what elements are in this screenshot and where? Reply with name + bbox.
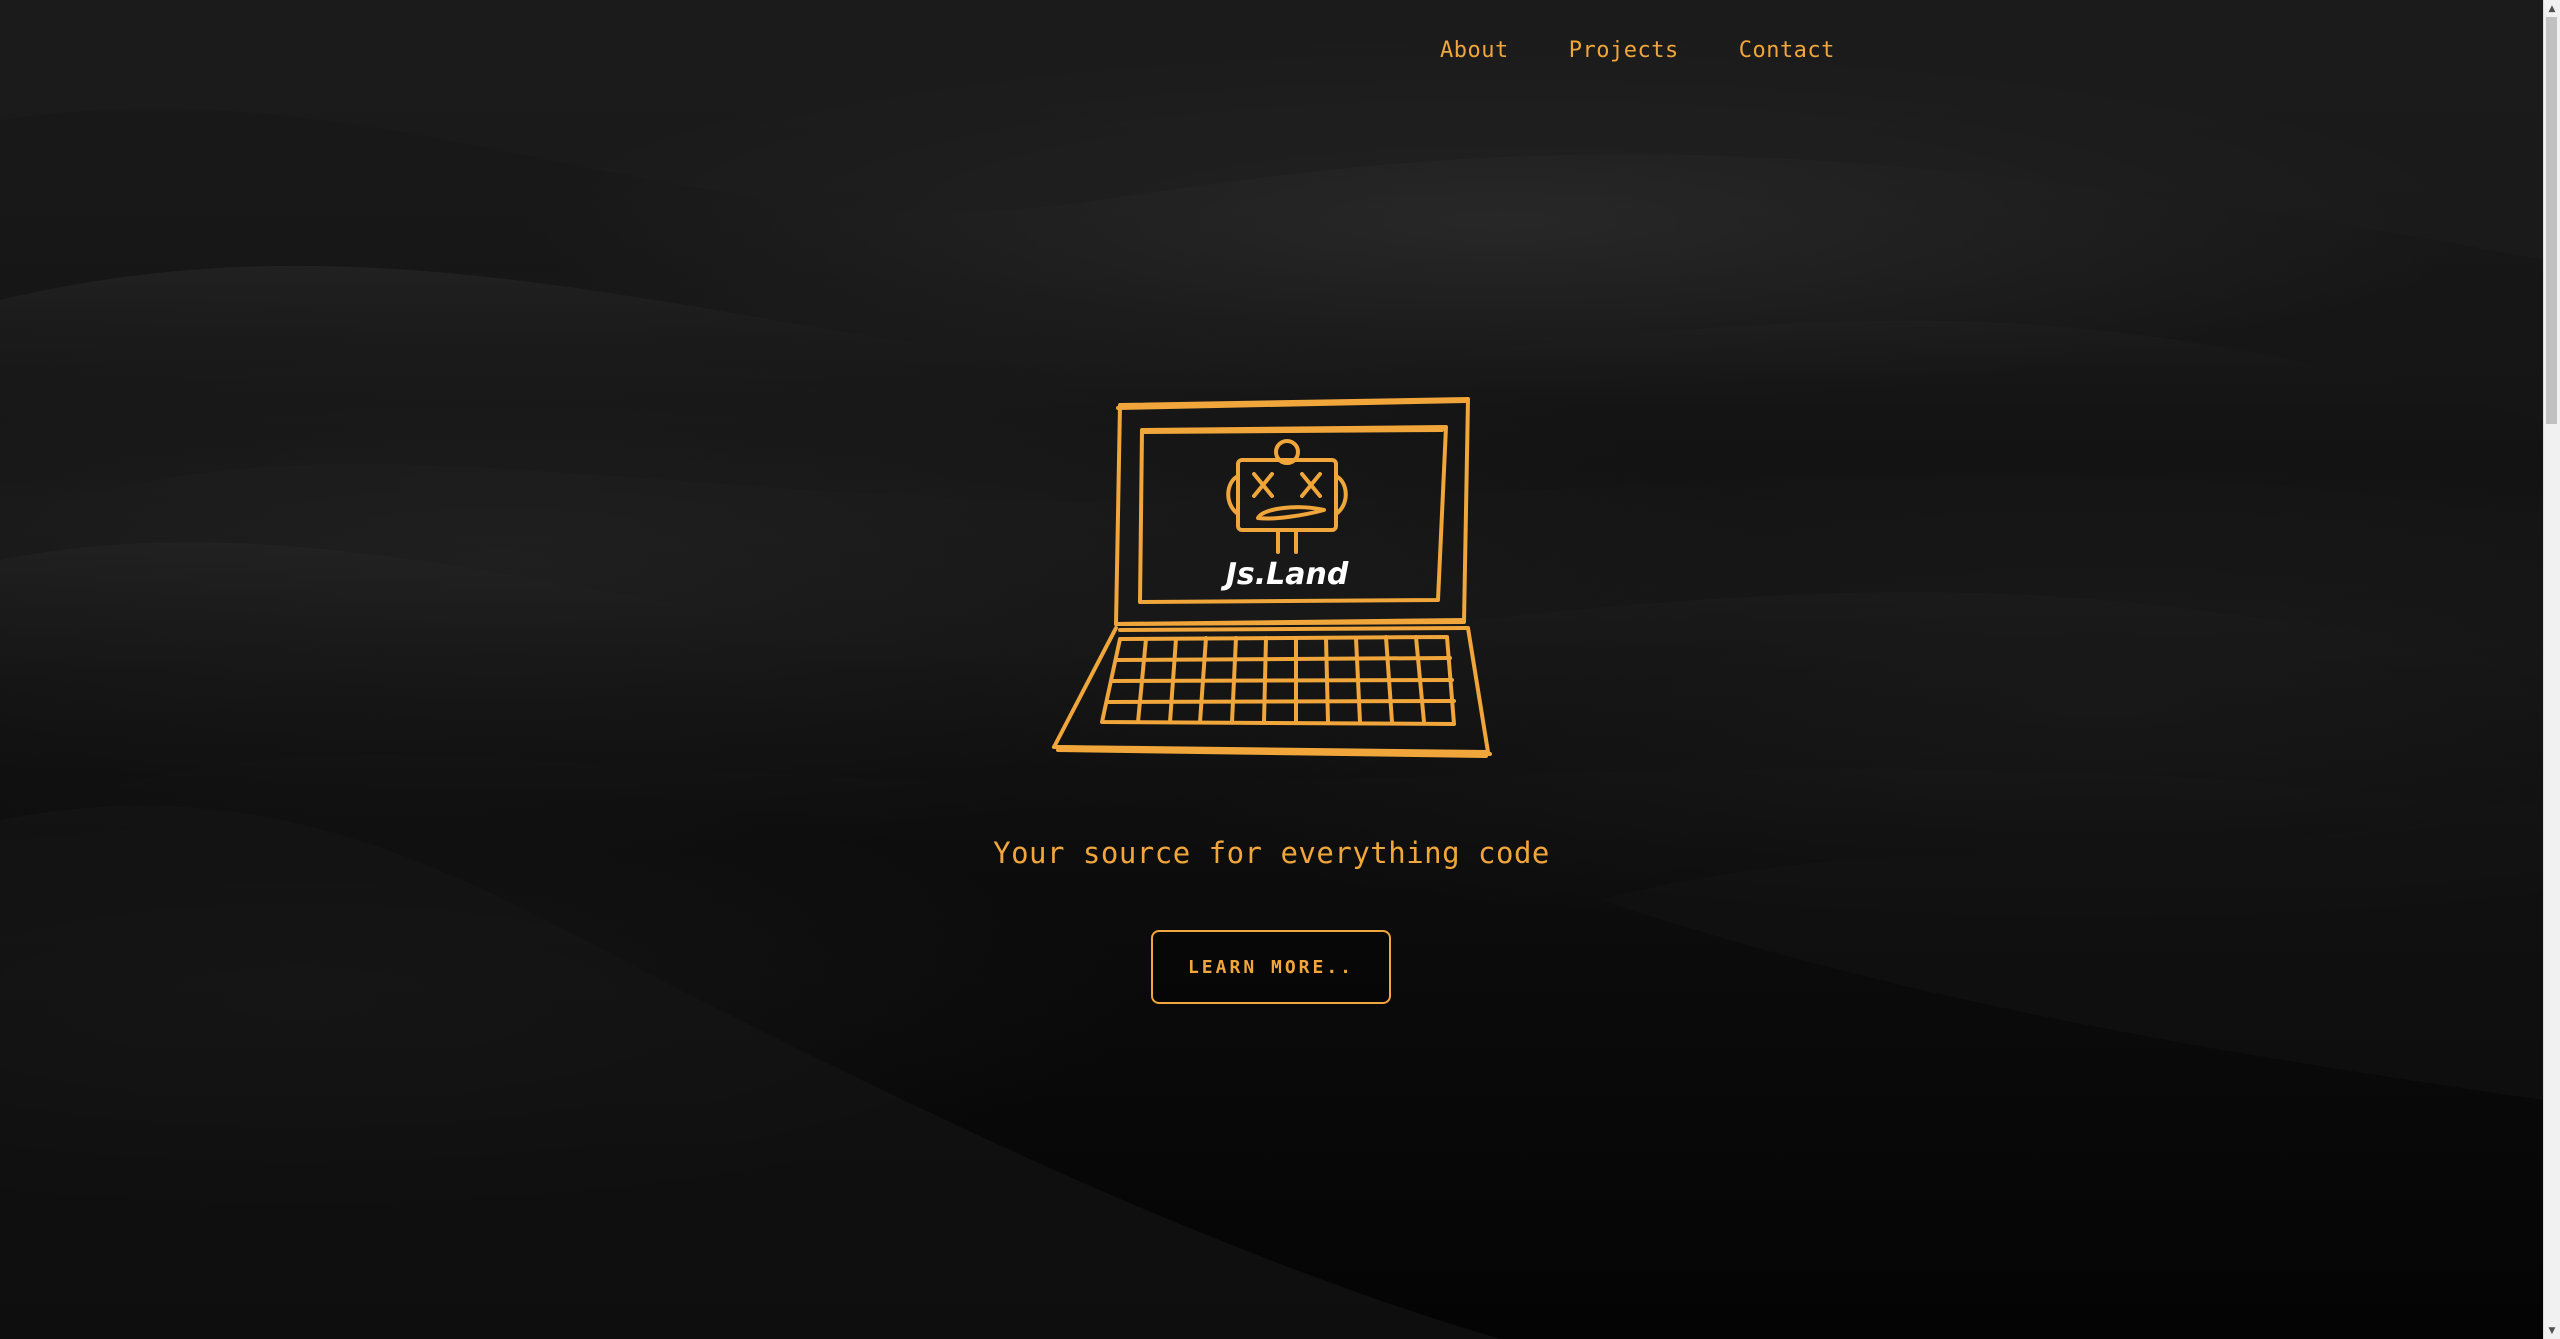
top-nav: About Projects Contact bbox=[1440, 38, 1895, 63]
laptop-robot-icon: Js.Land bbox=[1052, 397, 1492, 758]
scrollbar-thumb[interactable] bbox=[2546, 17, 2557, 424]
landing-page: About Projects Contact Js.Land Your sour… bbox=[0, 0, 2560, 1339]
nav-link-contact[interactable]: Contact bbox=[1739, 38, 1835, 63]
vertical-scrollbar[interactable]: ▲ ▼ bbox=[2543, 0, 2560, 1339]
scroll-up-arrow-icon[interactable]: ▲ bbox=[2544, 0, 2560, 17]
nav-link-projects[interactable]: Projects bbox=[1569, 38, 1679, 63]
scroll-down-arrow-icon[interactable]: ▼ bbox=[2544, 1322, 2560, 1339]
hero-tagline: Your source for everything code bbox=[993, 836, 1550, 870]
logo-text: Js.Land bbox=[1221, 557, 1349, 592]
nav-link-about[interactable]: About bbox=[1440, 38, 1509, 63]
learn-more-button[interactable]: LEARN MORE.. bbox=[1151, 930, 1391, 1004]
